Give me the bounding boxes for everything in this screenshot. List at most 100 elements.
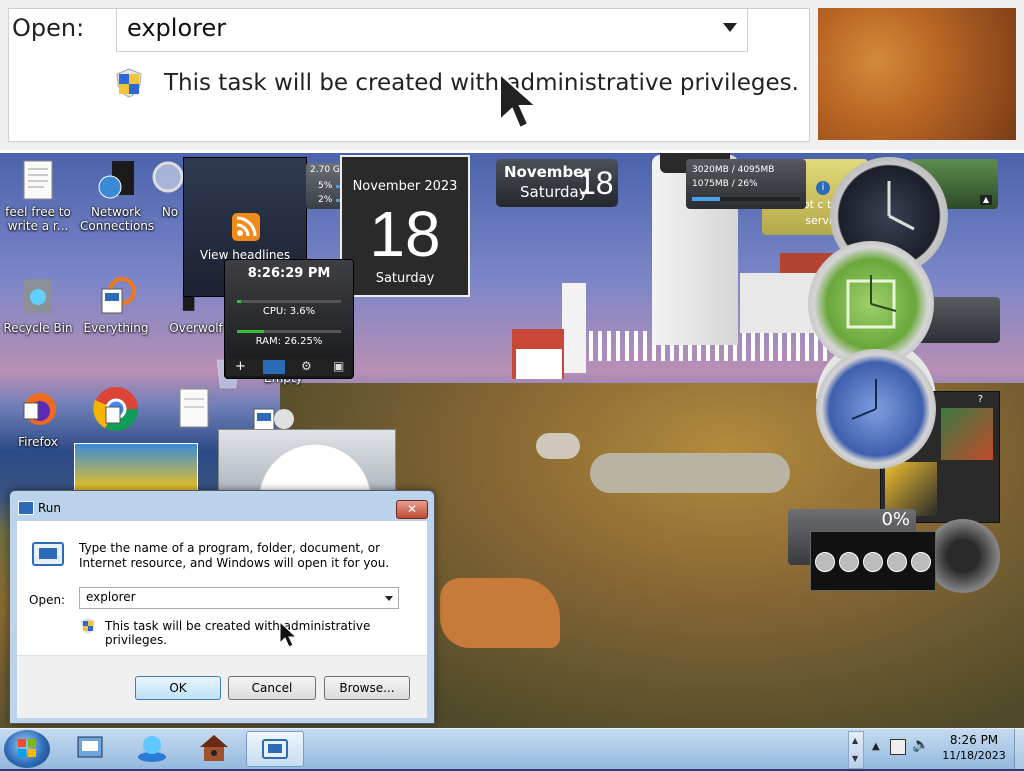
close-icon: ✕ [406, 502, 418, 516]
clock-date[interactable]: 11/18/2023 [924, 749, 1024, 762]
puzzle-tile [885, 462, 937, 516]
run-program-icon [32, 542, 64, 566]
calendar-day-number: 18 [369, 198, 441, 270]
date-gadget[interactable]: November Saturday 18 [496, 159, 618, 207]
core1-usage: 5% [318, 181, 333, 191]
desktop-icon-label: Recycle Bin [3, 321, 73, 335]
open-combo-value: explorer [86, 590, 136, 604]
sleep-icon[interactable] [863, 552, 883, 572]
desktop-icon-recycle-bin[interactable]: Recycle Bin [2, 275, 74, 335]
taskbar: ▲ ▼ ▲ 🔈 8:26 PM 11/18/2023 [0, 728, 1024, 769]
scroll-down-icon[interactable]: ▼ [852, 754, 858, 763]
ie-icon [138, 736, 166, 762]
browse-button[interactable]: Browse... [324, 676, 410, 700]
mouse-cursor-icon [279, 621, 298, 648]
speedometer-gadget[interactable] [926, 519, 1000, 593]
desktop-icon-label: Everything [83, 321, 149, 335]
network-icon[interactable] [890, 739, 906, 755]
desktop-icon-label: Overwolf [169, 321, 223, 335]
blue-windows-clock-gadget[interactable] [816, 349, 936, 469]
wallpaper-rock [590, 453, 790, 493]
sysmon-ram: RAM: 26.25% [255, 336, 323, 347]
chevron-down-icon [723, 23, 737, 32]
taskbar-ie-button[interactable] [124, 731, 180, 765]
text-document-icon [23, 160, 53, 200]
calendar-weekday: Saturday [375, 271, 435, 286]
desktop-icon-chrome[interactable] [80, 385, 152, 435]
run-description: Type the name of a program, folder, docu… [79, 541, 390, 570]
info-icon: i [816, 181, 830, 195]
memory-bar [692, 197, 800, 201]
wallpaper-rock [536, 433, 580, 459]
desktop-icon-network-connections[interactable]: Network Connections [80, 159, 155, 233]
date-gadget-day: 18 [578, 165, 614, 201]
magnifier-combo-value: explorer [127, 14, 227, 42]
admin-privileges-note: This task will be created with administr… [105, 619, 371, 647]
system-monitor-gadget[interactable]: 8:26:29 PM CPU: 3.6% RAM: 26.25% + ⚙ ▣ [224, 259, 354, 379]
memory-physical: 3020MB / 4095MB [692, 165, 775, 175]
close-button[interactable]: ✕ [396, 500, 428, 519]
magnifier-open-combo: explorer [116, 8, 748, 52]
desktop-icon-firefox[interactable]: Firefox [2, 389, 74, 449]
help-icon[interactable]: ? [978, 394, 983, 405]
lock-icon[interactable]: ▣ [333, 359, 344, 373]
cancel-button[interactable]: Cancel [228, 676, 316, 700]
memory-gadget: 3020MB / 4095MB 1075MB / 26% [686, 159, 806, 209]
taskbar-explorer-button[interactable] [62, 731, 118, 765]
chrome-icon [93, 387, 138, 431]
lock-icon[interactable] [839, 552, 859, 572]
percent-value: 0% [881, 509, 910, 530]
taskbar-birdhouse-button[interactable] [186, 731, 242, 765]
clock-time[interactable]: 8:26 PM [924, 733, 1024, 747]
chart-icon[interactable] [263, 360, 285, 374]
power-icon[interactable] [815, 552, 835, 572]
add-icon[interactable]: + [235, 359, 246, 374]
mouse-cursor-icon [499, 72, 539, 130]
desktop-icon-label: Network Connections [80, 205, 155, 233]
shutdown-gadget[interactable] [810, 531, 936, 591]
desktop-icon-label: feel free to write a r... [5, 205, 71, 233]
desktop-icon-label: Firefox [18, 435, 58, 449]
core2-usage: 2% [318, 195, 333, 205]
ok-button[interactable]: OK [135, 676, 221, 700]
sysmon-clock: 8:26:29 PM [247, 266, 331, 281]
disc-icon [258, 443, 372, 557]
puzzle-tile [941, 408, 993, 460]
wrench-icon[interactable]: ⚙ [301, 359, 312, 373]
calendar-month-year: November 2023 [352, 179, 458, 194]
desktop-icon-text-file[interactable]: feel free to write a r... [2, 159, 74, 233]
rss-feed-icon [232, 213, 260, 241]
run-dialog-footer: OK Cancel Browse... [17, 655, 427, 718]
run-dialog-body: Type the name of a program, folder, docu… [17, 521, 427, 655]
magnifier-view: Open: explorer This task will be created… [0, 0, 1024, 153]
memory-usage: 1075MB / 26% [692, 179, 758, 189]
magnifier-wallpaper-sample [818, 8, 1016, 140]
switch-user-icon[interactable] [887, 552, 907, 572]
calendar-gadget[interactable]: November 2023 18 Saturday [340, 155, 470, 297]
open-combo-box[interactable]: explorer [79, 587, 399, 609]
scroll-up-icon[interactable]: ▲ [852, 736, 858, 745]
document-icon [179, 388, 209, 428]
uac-shield-icon [116, 68, 142, 98]
uac-shield-icon [81, 618, 95, 634]
run-dialog: Run ✕ Type the name of a program, folder… [9, 490, 435, 724]
bird-house-icon [200, 735, 228, 761]
everything-icon [101, 277, 136, 314]
media-gadget[interactable] [218, 429, 396, 557]
show-desktop-button[interactable] [1014, 729, 1024, 769]
eject-icon[interactable]: ▲ [980, 195, 992, 205]
recycle-bin-icon [24, 279, 52, 313]
show-hidden-icons-icon[interactable]: ▲ [872, 741, 880, 752]
photo-gadget[interactable] [74, 443, 198, 493]
restart-icon[interactable] [911, 552, 931, 572]
system-tray: ▲ 🔈 8:26 PM 11/18/2023 [862, 729, 1024, 769]
firefox-icon [23, 393, 56, 425]
run-icon [262, 739, 288, 759]
desktop-icon-document[interactable] [172, 387, 216, 433]
start-button[interactable] [4, 730, 50, 768]
cpu-usage-bar [237, 300, 341, 303]
chevron-down-icon[interactable] [385, 596, 393, 601]
taskbar-run-button[interactable] [246, 731, 304, 767]
desktop-icon-everything[interactable]: Everything [80, 275, 152, 335]
windows-logo-icon [18, 739, 36, 757]
